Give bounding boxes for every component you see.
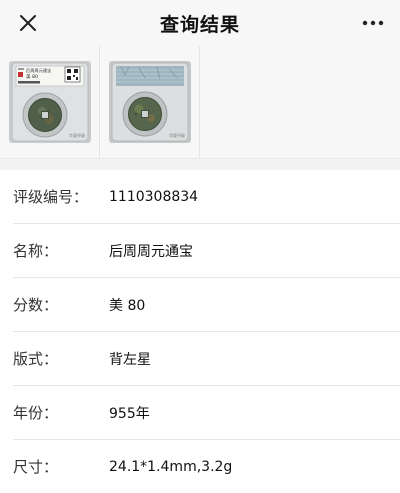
details-list: 评级编号： 1110308834 名称： 后周周元通宝 分数： 美 80 版式：… [0,170,400,493]
detail-label: 版式： [13,350,59,368]
detail-value: 1110308834 [109,188,199,205]
detail-label: 名称： [13,242,59,260]
detail-value: 后周周元通宝 [109,243,193,260]
detail-value: 955年 [109,405,150,422]
coin-slab-front-thumbnail[interactable]: 后周周元通宝 美 80 华夏评级 [8,61,91,143]
more-button[interactable] [360,11,386,35]
coin-slab-back-thumbnail[interactable]: 华夏评级 [108,61,191,143]
detail-value: 背左星 [109,351,151,368]
coin-slab-back-image: 华夏评级 [108,61,191,143]
detail-row-size: 尺寸： 24.1*1.4mm,3.2g [13,440,400,493]
slab-watermark: 华夏评级 [169,132,185,138]
detail-label: 分数： [13,296,59,314]
thumbnail-cell-front: 后周周元通宝 美 80 华夏评级 [0,46,100,158]
slab-tag-name: 后周周元通宝 [26,67,51,74]
detail-row-variety: 版式： 背左星 [13,332,400,386]
detail-label: 年份： [13,404,59,422]
more-icon [362,20,384,26]
section-divider [0,159,400,170]
detail-value: 24.1*1.4mm,3.2g [109,458,233,475]
slab-tag-grade: 美 80 [26,73,38,80]
detail-row-grading-number: 评级编号： 1110308834 [13,170,400,224]
detail-row-name: 名称： 后周周元通宝 [13,224,400,278]
nav-bar: 查询结果 [0,0,400,46]
detail-row-score: 分数： 美 80 [13,278,400,332]
detail-value: 美 80 [109,297,146,314]
close-button[interactable] [14,9,42,37]
coin-slab-front-image: 后周周元通宝 美 80 华夏评级 [8,61,91,143]
detail-row-year: 年份： 955年 [13,386,400,440]
close-icon [20,15,36,31]
page-title: 查询结果 [159,13,240,36]
image-gallery: 后周周元通宝 美 80 华夏评级 华夏评级 [0,46,400,159]
detail-label: 评级编号： [13,188,89,206]
detail-label: 尺寸： [13,458,59,476]
slab-watermark: 华夏评级 [69,132,85,138]
thumbnail-cell-back: 华夏评级 [100,46,200,158]
